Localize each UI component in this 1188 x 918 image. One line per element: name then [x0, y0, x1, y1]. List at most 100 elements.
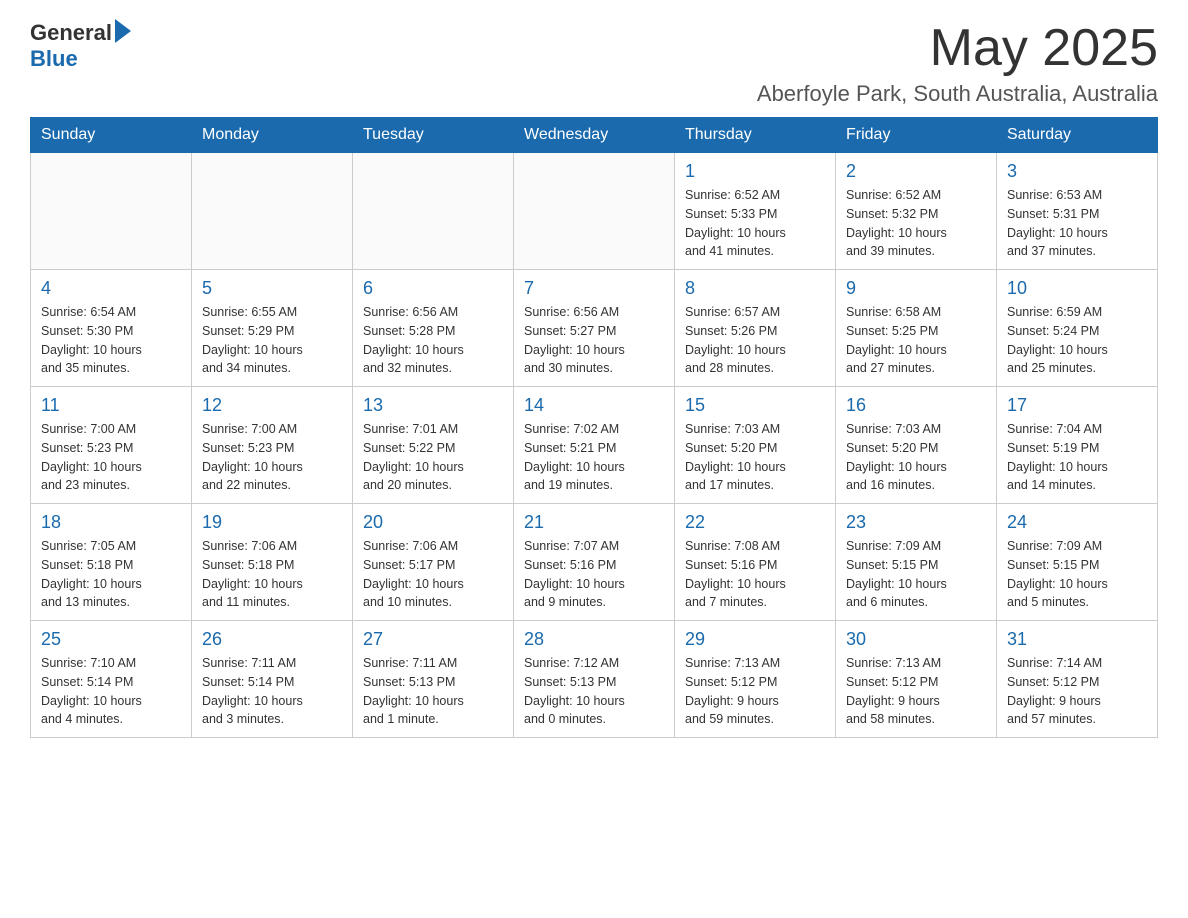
calendar-week-row: 1 Sunrise: 6:52 AM Sunset: 5:33 PM Daylig… — [31, 153, 1158, 270]
day-info: Sunrise: 7:03 AM Sunset: 5:20 PM Dayligh… — [846, 420, 986, 495]
day-info: Sunrise: 6:56 AM Sunset: 5:27 PM Dayligh… — [524, 303, 664, 378]
calendar-day-cell: 15Sunrise: 7:03 AM Sunset: 5:20 PM Dayli… — [675, 387, 836, 504]
calendar-day-cell: 28 Sunrise: 7:12 AM Sunset: 5:13 PM Dayli… — [514, 621, 675, 738]
calendar-day-cell: 1 Sunrise: 6:52 AM Sunset: 5:33 PM Daylig… — [675, 153, 836, 270]
logo-blue-text: Blue — [30, 46, 78, 72]
day-number: 19 — [202, 512, 342, 533]
calendar-day-cell: 13 Sunrise: 7:01 AM Sunset: 5:22 PM Dayli… — [353, 387, 514, 504]
calendar-table: SundayMondayTuesdayWednesdayThursdayFrid… — [30, 117, 1158, 738]
calendar-day-cell: 26 Sunrise: 7:11 AM Sunset: 5:14 PM Dayli… — [192, 621, 353, 738]
calendar-week-row: 18 Sunrise: 7:05 AM Sunset: 5:18 PM Dayli… — [31, 504, 1158, 621]
day-number: 4 — [41, 278, 181, 299]
day-number: 28 — [524, 629, 664, 650]
day-number: 16 — [846, 395, 986, 416]
calendar-day-cell: 21Sunrise: 7:07 AM Sunset: 5:16 PM Dayli… — [514, 504, 675, 621]
day-number: 17 — [1007, 395, 1147, 416]
day-info: Sunrise: 7:05 AM Sunset: 5:18 PM Dayligh… — [41, 537, 181, 612]
day-number: 14 — [524, 395, 664, 416]
day-number: 15 — [685, 395, 825, 416]
calendar-day-header: Monday — [192, 118, 353, 153]
day-info: Sunrise: 6:52 AM Sunset: 5:33 PM Dayligh… — [685, 186, 825, 261]
day-number: 11 — [41, 395, 181, 416]
day-number: 29 — [685, 629, 825, 650]
calendar-day-header: Friday — [836, 118, 997, 153]
calendar-day-cell: 17 Sunrise: 7:04 AM Sunset: 5:19 PM Dayli… — [997, 387, 1158, 504]
calendar-day-cell: 23Sunrise: 7:09 AM Sunset: 5:15 PM Dayli… — [836, 504, 997, 621]
day-number: 22 — [685, 512, 825, 533]
day-number: 1 — [685, 161, 825, 182]
calendar-day-cell: 14 Sunrise: 7:02 AM Sunset: 5:21 PM Dayli… — [514, 387, 675, 504]
day-number: 18 — [41, 512, 181, 533]
calendar-day-cell: 22 Sunrise: 7:08 AM Sunset: 5:16 PM Dayli… — [675, 504, 836, 621]
day-info: Sunrise: 7:10 AM Sunset: 5:14 PM Dayligh… — [41, 654, 181, 729]
day-info: Sunrise: 7:14 AM Sunset: 5:12 PM Dayligh… — [1007, 654, 1147, 729]
calendar-day-cell: 7 Sunrise: 6:56 AM Sunset: 5:27 PM Daylig… — [514, 270, 675, 387]
day-number: 31 — [1007, 629, 1147, 650]
calendar-day-cell: 30 Sunrise: 7:13 AM Sunset: 5:12 PM Dayli… — [836, 621, 997, 738]
day-info: Sunrise: 7:11 AM Sunset: 5:14 PM Dayligh… — [202, 654, 342, 729]
calendar-day-cell: 24Sunrise: 7:09 AM Sunset: 5:15 PM Dayli… — [997, 504, 1158, 621]
calendar-day-header: Tuesday — [353, 118, 514, 153]
calendar-header-row: SundayMondayTuesdayWednesdayThursdayFrid… — [31, 118, 1158, 153]
title-block: May 2025 Aberfoyle Park, South Australia… — [757, 20, 1158, 107]
day-info: Sunrise: 7:08 AM Sunset: 5:16 PM Dayligh… — [685, 537, 825, 612]
day-info: Sunrise: 7:06 AM Sunset: 5:18 PM Dayligh… — [202, 537, 342, 612]
day-info: Sunrise: 7:06 AM Sunset: 5:17 PM Dayligh… — [363, 537, 503, 612]
day-info: Sunrise: 7:13 AM Sunset: 5:12 PM Dayligh… — [685, 654, 825, 729]
calendar-day-cell: 29 Sunrise: 7:13 AM Sunset: 5:12 PM Dayli… — [675, 621, 836, 738]
day-info: Sunrise: 7:02 AM Sunset: 5:21 PM Dayligh… — [524, 420, 664, 495]
calendar-day-cell: 11 Sunrise: 7:00 AM Sunset: 5:23 PM Dayli… — [31, 387, 192, 504]
calendar-day-cell: 6 Sunrise: 6:56 AM Sunset: 5:28 PM Daylig… — [353, 270, 514, 387]
day-number: 27 — [363, 629, 503, 650]
calendar-day-header: Saturday — [997, 118, 1158, 153]
day-number: 10 — [1007, 278, 1147, 299]
calendar-day-cell — [192, 153, 353, 270]
day-number: 30 — [846, 629, 986, 650]
day-number: 7 — [524, 278, 664, 299]
day-number: 2 — [846, 161, 986, 182]
calendar-day-cell — [353, 153, 514, 270]
day-info: Sunrise: 7:04 AM Sunset: 5:19 PM Dayligh… — [1007, 420, 1147, 495]
calendar-day-cell: 20 Sunrise: 7:06 AM Sunset: 5:17 PM Dayli… — [353, 504, 514, 621]
day-info: Sunrise: 7:01 AM Sunset: 5:22 PM Dayligh… — [363, 420, 503, 495]
day-number: 24 — [1007, 512, 1147, 533]
calendar-day-cell — [514, 153, 675, 270]
calendar-day-cell: 31 Sunrise: 7:14 AM Sunset: 5:12 PM Dayli… — [997, 621, 1158, 738]
day-info: Sunrise: 6:54 AM Sunset: 5:30 PM Dayligh… — [41, 303, 181, 378]
calendar-day-header: Sunday — [31, 118, 192, 153]
calendar-day-cell: 25Sunrise: 7:10 AM Sunset: 5:14 PM Dayli… — [31, 621, 192, 738]
day-info: Sunrise: 7:09 AM Sunset: 5:15 PM Dayligh… — [846, 537, 986, 612]
day-info: Sunrise: 7:11 AM Sunset: 5:13 PM Dayligh… — [363, 654, 503, 729]
day-info: Sunrise: 7:00 AM Sunset: 5:23 PM Dayligh… — [41, 420, 181, 495]
day-number: 12 — [202, 395, 342, 416]
day-number: 26 — [202, 629, 342, 650]
calendar-day-cell: 16 Sunrise: 7:03 AM Sunset: 5:20 PM Dayli… — [836, 387, 997, 504]
day-info: Sunrise: 6:55 AM Sunset: 5:29 PM Dayligh… — [202, 303, 342, 378]
day-info: Sunrise: 6:58 AM Sunset: 5:25 PM Dayligh… — [846, 303, 986, 378]
day-number: 5 — [202, 278, 342, 299]
calendar-day-cell: 4 Sunrise: 6:54 AM Sunset: 5:30 PM Daylig… — [31, 270, 192, 387]
day-number: 20 — [363, 512, 503, 533]
month-title: May 2025 — [757, 20, 1158, 77]
day-info: Sunrise: 6:53 AM Sunset: 5:31 PM Dayligh… — [1007, 186, 1147, 261]
calendar-day-cell: 5 Sunrise: 6:55 AM Sunset: 5:29 PM Daylig… — [192, 270, 353, 387]
day-info: Sunrise: 7:13 AM Sunset: 5:12 PM Dayligh… — [846, 654, 986, 729]
day-info: Sunrise: 6:52 AM Sunset: 5:32 PM Dayligh… — [846, 186, 986, 261]
day-info: Sunrise: 7:12 AM Sunset: 5:13 PM Dayligh… — [524, 654, 664, 729]
day-info: Sunrise: 6:57 AM Sunset: 5:26 PM Dayligh… — [685, 303, 825, 378]
day-number: 6 — [363, 278, 503, 299]
day-info: Sunrise: 7:07 AM Sunset: 5:16 PM Dayligh… — [524, 537, 664, 612]
calendar-day-header: Wednesday — [514, 118, 675, 153]
day-number: 13 — [363, 395, 503, 416]
calendar-day-cell: 9Sunrise: 6:58 AM Sunset: 5:25 PM Daylig… — [836, 270, 997, 387]
logo-general-text: General — [30, 20, 112, 46]
day-info: Sunrise: 6:56 AM Sunset: 5:28 PM Dayligh… — [363, 303, 503, 378]
calendar-week-row: 11 Sunrise: 7:00 AM Sunset: 5:23 PM Dayli… — [31, 387, 1158, 504]
calendar-day-cell: 27 Sunrise: 7:11 AM Sunset: 5:13 PM Dayli… — [353, 621, 514, 738]
calendar-week-row: 25Sunrise: 7:10 AM Sunset: 5:14 PM Dayli… — [31, 621, 1158, 738]
location-title: Aberfoyle Park, South Australia, Austral… — [757, 81, 1158, 107]
calendar-day-header: Thursday — [675, 118, 836, 153]
calendar-day-cell: 10Sunrise: 6:59 AM Sunset: 5:24 PM Dayli… — [997, 270, 1158, 387]
calendar-day-cell: 3Sunrise: 6:53 AM Sunset: 5:31 PM Daylig… — [997, 153, 1158, 270]
page-header: General Blue May 2025 Aberfoyle Park, So… — [30, 20, 1158, 107]
